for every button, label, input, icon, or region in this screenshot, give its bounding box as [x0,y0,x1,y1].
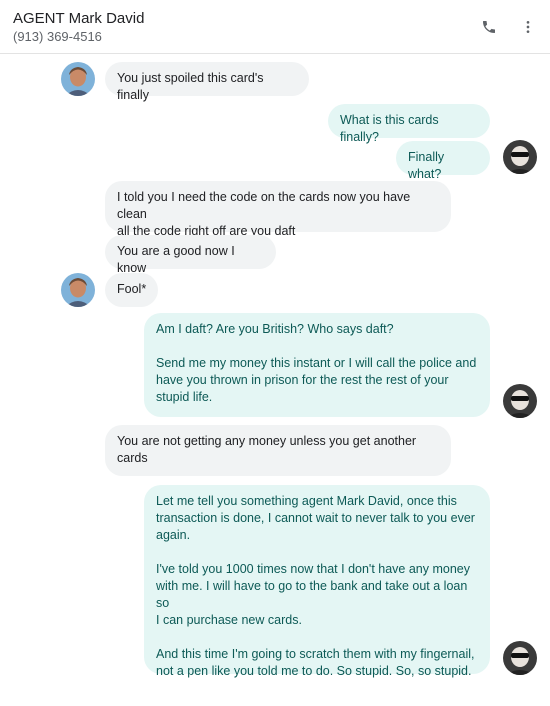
contact-phone: (913) 369-4516 [13,29,102,44]
outgoing-message[interactable]: Finally what? [396,141,490,181]
user-avatar [503,140,537,174]
agent-avatar [61,273,95,307]
conversation-header: AGENT Mark David (913) 369-4516 [0,0,550,54]
phone-icon[interactable] [477,15,501,39]
incoming-message[interactable]: You are not getting any money unless you… [105,425,451,476]
user-avatar [503,641,537,675]
more-vert-icon[interactable] [516,15,540,39]
user-avatar [503,384,537,418]
incoming-message[interactable]: I told you I need the code on the cards … [105,181,451,238]
outgoing-message[interactable]: What is this cards finally? [328,104,490,144]
agent-avatar [61,62,95,96]
contact-name: AGENT Mark David [13,10,145,27]
outgoing-message[interactable]: Let me tell you something agent Mark Dav… [144,485,490,678]
incoming-message[interactable]: You are a good now I know [105,235,276,275]
incoming-message[interactable]: Fool* [105,273,158,307]
outgoing-message[interactable]: Am I daft? Are you British? Who says daf… [144,313,490,417]
incoming-message[interactable]: You just spoiled this card's finally [105,62,309,102]
